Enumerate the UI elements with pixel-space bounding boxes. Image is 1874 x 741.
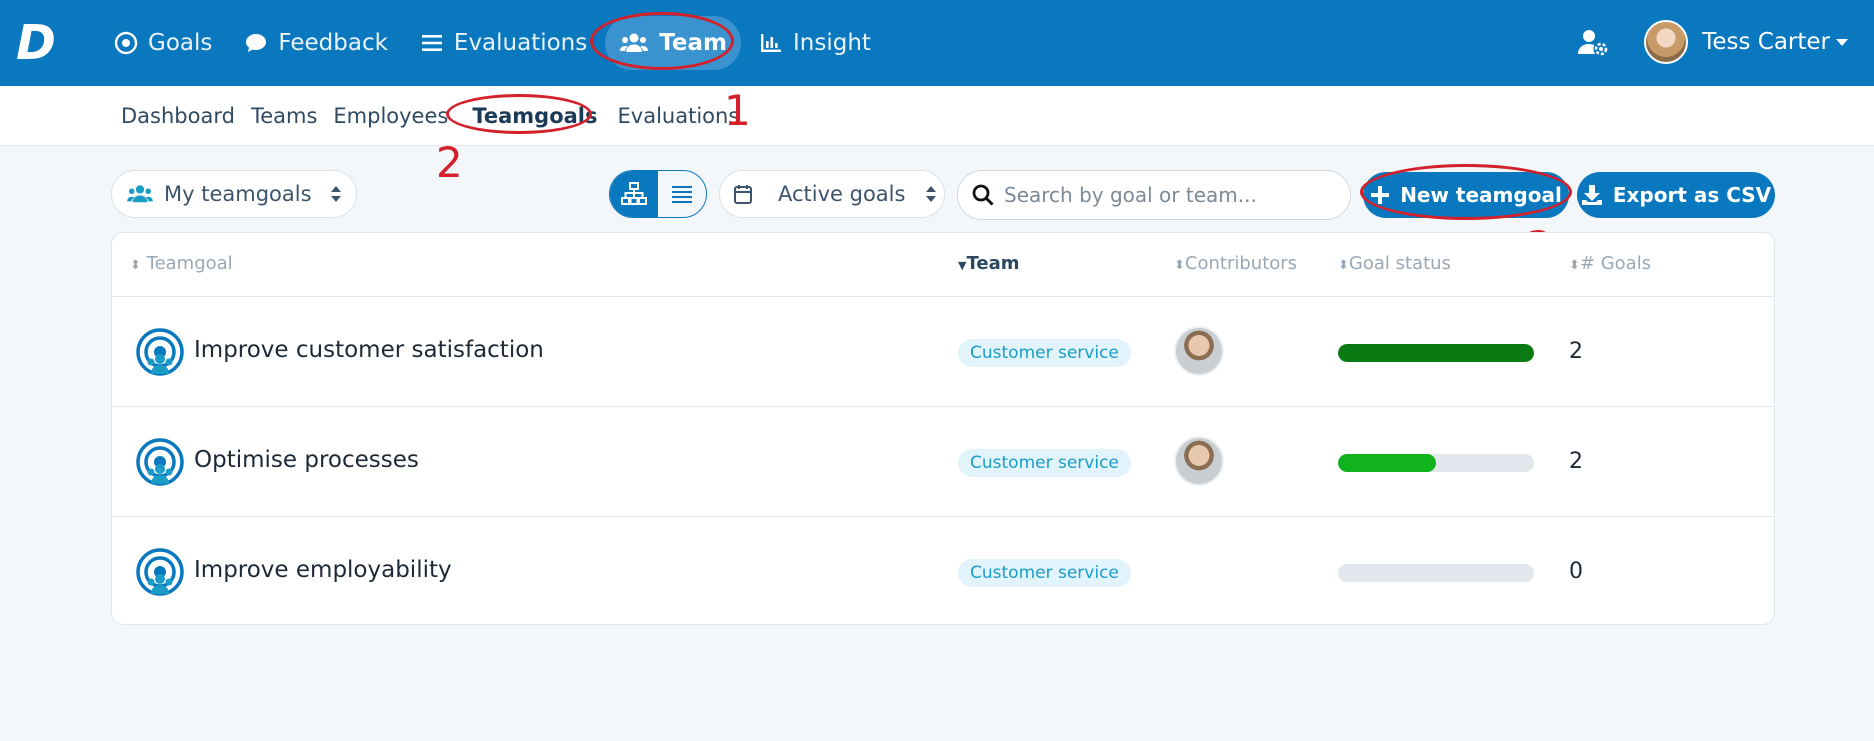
subnav-dashboard[interactable]: Dashboard [113,104,243,128]
table-row[interactable]: Improve employability Customer service 0 [112,517,1774,627]
goal-status-fill [1338,344,1534,362]
table-header: ⬍ Teamgoal ▼Team ⬍Contributors ⬍Goal sta… [112,233,1774,297]
contributor-avatar [1174,436,1224,486]
teamgoal-name[interactable]: Optimise processes [194,447,419,473]
status-filter-value: Active goals [778,182,906,206]
users-icon [127,185,153,203]
goal-status-bar [1338,454,1534,472]
contributor-avatar [1174,326,1224,376]
plus-icon [1371,186,1390,204]
column-header-team[interactable]: ▼Team [958,253,1019,274]
goals-count: 2 [1569,449,1583,474]
column-header-teamgoal[interactable]: ⬍ Teamgoal [130,253,233,274]
goals-count: 2 [1569,339,1583,364]
team-badge: Customer service [958,449,1131,477]
search-icon [972,184,994,206]
user-name[interactable]: Tess Carter [1702,29,1830,55]
scope-filter-value: My teamgoals [164,182,312,206]
column-header-contributors[interactable]: ⬍Contributors [1174,253,1297,274]
sub-navigation: Dashboard Teams Employees Teamgoals Eval… [0,86,1874,146]
new-teamgoal-button[interactable]: New teamgoal [1363,172,1569,218]
main-nav: Goals Feedback Evaluations Team Insight [100,0,889,86]
team-badge: Customer service [958,559,1131,587]
team-goal-icon [136,328,184,376]
scope-filter-select[interactable]: My teamgoals [111,170,357,218]
team-badge: Customer service [958,339,1131,367]
export-csv-label: Export as CSV [1612,183,1772,207]
column-header-goals-count[interactable]: ⬍# Goals [1569,253,1651,274]
user-area: Tess Carter [1578,20,1848,64]
target-icon [114,31,138,55]
goals-count: 0 [1569,559,1583,584]
sort-arrows-icon: ⬍ [1569,258,1580,273]
bar-chart-icon [760,34,781,52]
sort-arrows-icon: ⬍ [1338,258,1349,273]
speech-bubble-icon [246,34,267,52]
calendar-icon [734,185,752,204]
nav-item-feedback[interactable]: Feedback [230,16,402,70]
list-icon [672,186,692,203]
nav-item-insight[interactable]: Insight [745,16,885,70]
nav-item-team[interactable]: Team [605,16,741,70]
sort-arrows-icon [926,186,937,202]
goal-status-fill [1338,454,1436,472]
avatar[interactable] [1644,20,1689,64]
toolbar: My teamgoals Active goals New teamgoal E… [111,170,1775,220]
view-toggle [609,170,707,218]
nav-item-label: Team [659,30,727,56]
search-field [957,170,1351,220]
nav-item-goals[interactable]: Goals [100,16,226,70]
status-filter-select[interactable]: Active goals [719,170,945,218]
sort-arrows-icon [330,186,341,202]
subnav-employees[interactable]: Employees [325,104,456,128]
hierarchy-view-button[interactable] [610,171,658,217]
sort-arrows-icon: ⬍ [1174,258,1185,273]
search-input[interactable] [1004,183,1324,207]
goal-status-bar [1338,564,1534,582]
subnav-teams[interactable]: Teams [243,104,325,128]
teamgoal-name[interactable]: Improve employability [194,557,452,583]
new-teamgoal-label: New teamgoal [1400,183,1562,207]
subnav-teamgoals[interactable]: Teamgoals [464,104,605,128]
nav-item-label: Insight [792,30,871,56]
sort-arrows-icon: ⬍ [130,258,141,273]
sitemap-icon [621,182,647,205]
teamgoal-name[interactable]: Improve customer satisfaction [194,337,544,363]
table-row[interactable]: Optimise processes Customer service 2 [112,407,1774,517]
table-row[interactable]: Improve customer satisfaction Customer s… [112,297,1774,407]
user-gear-icon[interactable] [1578,27,1608,57]
nav-item-label: Goals [148,30,213,56]
team-goal-icon [136,438,184,486]
users-icon [620,33,649,52]
top-navigation-bar: D Goals Feedback Evaluations Team Insigh… [0,0,1874,86]
caret-down-icon[interactable] [1836,37,1848,47]
team-goal-icon [136,548,184,596]
export-csv-button[interactable]: Export as CSV [1577,172,1775,218]
list-view-button[interactable] [658,171,706,217]
annotation-number-1: 1 [724,86,751,135]
app-logo[interactable]: D [16,18,64,68]
goal-status-bar [1338,344,1534,362]
nav-item-label: Feedback [278,30,388,56]
teamgoals-table: ⬍ Teamgoal ▼Team ⬍Contributors ⬍Goal sta… [111,232,1775,625]
download-icon [1581,185,1602,205]
nav-item-evaluations[interactable]: Evaluations [406,16,601,70]
list-icon [421,35,442,51]
column-header-goal-status[interactable]: ⬍Goal status [1338,253,1451,274]
nav-item-label: Evaluations [453,30,588,56]
